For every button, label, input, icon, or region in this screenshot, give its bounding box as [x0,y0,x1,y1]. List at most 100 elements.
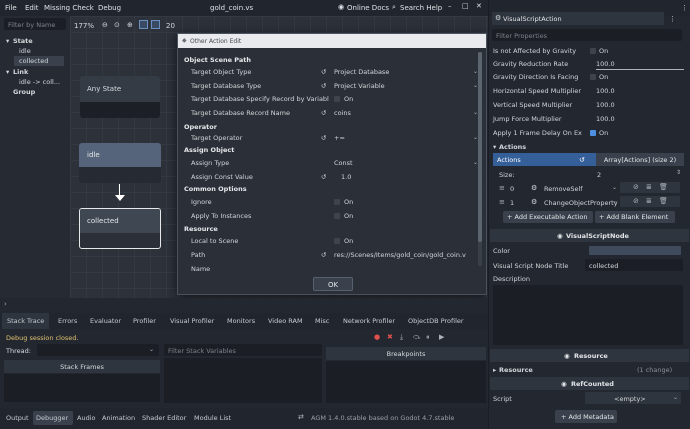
menu-debug[interactable]: Debug [98,4,121,12]
object-menu-icon[interactable]: ⋮ [669,15,676,23]
zoom-out-icon[interactable]: ⊖ [102,21,108,29]
tab-evaluator[interactable]: Evaluator [90,317,121,325]
dock-tab-module-list[interactable]: Module List [194,414,231,422]
revert-icon[interactable]: ↺ [321,109,326,117]
delete-icon[interactable]: 🗑 [659,183,668,191]
grid-toggle-icon[interactable] [139,20,148,29]
history-icon[interactable]: ⋮ [681,4,688,12]
tab-video-ram[interactable]: Video RAM [268,317,303,325]
tree-state-arrow[interactable]: ▾ [6,37,9,45]
clear-icon[interactable]: ⊘ [633,183,639,191]
menu-file[interactable]: File [5,4,17,12]
add-blank-element-button[interactable]: + Add Blank Element [595,211,675,223]
target-operator-select[interactable]: += [334,134,345,142]
zoom-in-icon[interactable]: ⊕ [127,21,133,29]
gravity-reduction-slider[interactable] [596,69,684,70]
step-over-icon[interactable]: ⤼ [413,333,420,342]
thread-select[interactable]: ⌄ [37,344,159,356]
dock-tab-shader-editor[interactable]: Shader Editor [142,414,186,422]
menu-missing-check[interactable]: Missing Check [44,4,94,12]
tree-state[interactable]: State [13,37,33,45]
node-any-state[interactable]: Any State [80,76,160,118]
target-db-record-name-select[interactable]: coins [334,109,351,117]
tab-monitors[interactable]: Monitors [227,317,255,325]
local-to-scene-checkbox[interactable] [334,238,340,244]
actions-group-header[interactable]: Actions [499,143,526,151]
script-picker[interactable]: <empty> [614,395,646,403]
prop-not-affected-gravity-checkbox[interactable] [590,48,596,54]
dialog-scrollbar[interactable] [478,52,482,266]
stack-frames-list[interactable] [4,374,160,402]
target-object-type-select[interactable]: Project Database [334,68,389,76]
tab-stack-trace[interactable]: Stack Trace [7,317,44,325]
prop-gravity-direction-checkbox[interactable] [590,74,596,80]
resource-group[interactable]: Resource [499,366,533,374]
menu-edit[interactable]: Edit [25,4,39,12]
node-idle[interactable]: idle [79,143,161,183]
tab-misc[interactable]: Misc [315,317,329,325]
maximize-icon[interactable]: □ [462,2,469,10]
actions-array-button[interactable]: Array[Actions] (size 2) [596,153,684,166]
resource-group-arrow[interactable]: ▸ [493,366,496,374]
tree-link[interactable]: Link [13,68,28,76]
stack-variables-list[interactable] [164,358,322,403]
prop-gravity-reduction-input[interactable]: 100.0 [596,60,615,68]
online-docs-button[interactable]: Online Docs [347,4,389,12]
color-picker-button[interactable] [589,246,681,255]
apply-to-instances-checkbox[interactable] [334,213,340,219]
record-icon[interactable]: ● [374,333,380,341]
actions-group-arrow[interactable]: ▾ [493,143,496,151]
resource-header[interactable]: ◉ Resource [490,349,689,362]
step-into-icon[interactable]: ⤓ [400,333,403,342]
dock-tab-animation[interactable]: Animation [102,414,135,422]
add-metadata-button[interactable]: + Add Metadata [555,410,617,423]
snap-counter[interactable]: 20 [166,22,175,30]
close-icon[interactable]: ✕ [476,2,482,10]
add-executable-action-button[interactable]: + Add Executable Action [503,211,593,223]
dock-tab-debugger[interactable]: Debugger [36,414,68,422]
action-item-1[interactable]: ChangeObjectProperty [544,199,618,207]
visualscriptnode-header[interactable]: ◉ VisualScriptNode [490,229,689,242]
dock-tab-audio[interactable]: Audio [77,414,95,422]
dock-tab-output[interactable]: Output [6,414,29,422]
tab-network-profiler[interactable]: Network Profiler [343,317,395,325]
list-icon[interactable]: ≣ [646,197,652,205]
list-icon[interactable]: ≣ [646,183,652,191]
size-stepper-icon[interactable]: ⇕ [676,169,681,176]
chevron-down-icon[interactable]: ⌄ [612,184,617,191]
tree-item-idle[interactable]: idle [19,47,31,55]
revert-icon[interactable]: ↺ [321,82,326,90]
clear-icon[interactable]: ⊘ [633,197,639,205]
tab-visual-profiler[interactable]: Visual Profiler [170,317,214,325]
delete-icon[interactable]: 🗑 [659,197,668,205]
path-input[interactable]: res://Scenes/Items/gold_coin/gold_coin.v [334,251,474,259]
search-help-button[interactable]: Search Help [400,4,442,12]
drag-handle-icon[interactable]: ≡ [499,184,505,192]
chevron-down-icon[interactable]: ⌄ [673,394,678,401]
zoom-reset-icon[interactable]: ⊙ [114,21,120,29]
swap-icon[interactable]: ⇄ [298,413,304,421]
ok-button[interactable]: OK [313,277,353,291]
assign-type-select[interactable]: Const [334,159,353,167]
prop-frame-delay-checkbox[interactable] [590,130,596,136]
continue-icon[interactable]: ▶ [439,333,444,341]
tab-profiler[interactable]: Profiler [133,317,156,325]
drag-handle-icon[interactable]: ≡ [499,198,505,206]
revert-icon[interactable]: ↺ [321,173,326,181]
tab-errors[interactable]: Errors [58,317,77,325]
revert-icon[interactable]: ↺ [321,68,326,76]
state-filter-input[interactable]: Filter by Name [4,18,66,30]
minimize-icon[interactable]: – [448,2,452,10]
stop-icon[interactable]: ✖ [387,333,393,341]
refcounted-header[interactable]: ◉ RefCounted [490,377,689,390]
filter-stack-variables-input[interactable]: Filter Stack Variables [164,344,322,356]
revert-icon[interactable]: ↺ [321,134,326,142]
assign-const-value-input[interactable]: 1.0 [341,173,351,181]
break-icon[interactable]: ⏸ [426,333,430,342]
tree-item-link[interactable]: idle -> coll... [19,78,60,86]
target-db-specify-checkbox[interactable] [334,96,340,102]
prop-v-speed-input[interactable]: 100.0 [596,101,615,109]
revert-icon[interactable]: ↺ [579,156,585,164]
chevron-down-icon[interactable]: ⌄ [612,198,617,205]
ignore-checkbox[interactable] [334,199,340,205]
